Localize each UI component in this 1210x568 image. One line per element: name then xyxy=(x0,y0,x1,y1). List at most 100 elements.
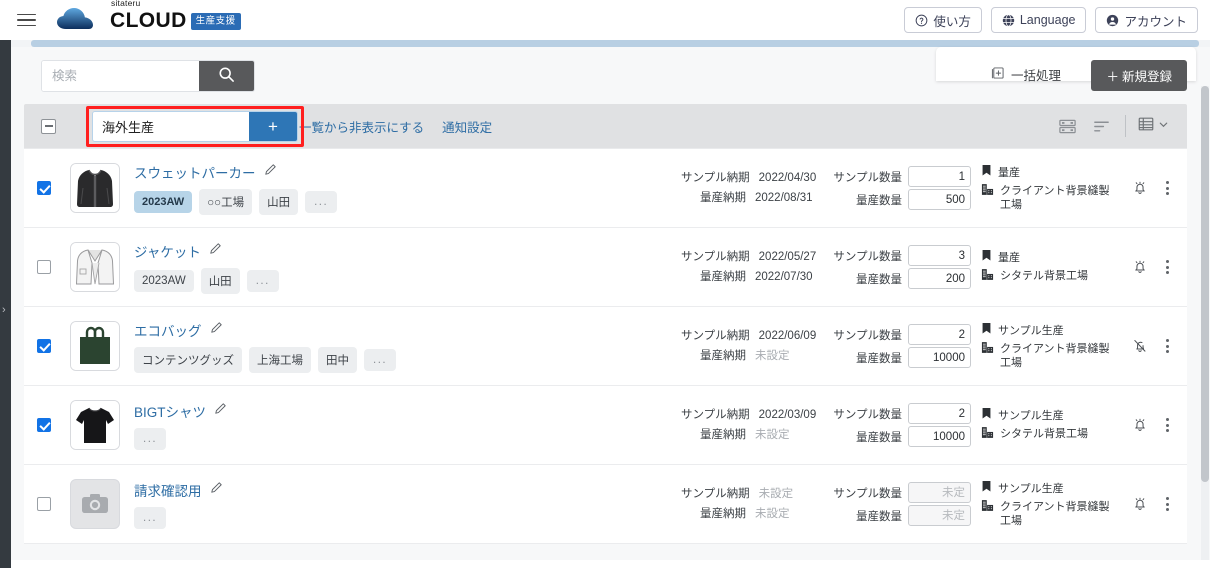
row-checkbox[interactable] xyxy=(37,260,51,274)
row-menu-button[interactable] xyxy=(1160,178,1175,198)
row-menu-button[interactable] xyxy=(1160,494,1175,514)
tag-chip[interactable]: 田中 xyxy=(318,346,357,373)
bottom-strip xyxy=(0,560,1210,568)
bell-icon[interactable] xyxy=(1130,494,1150,514)
tag-chip[interactable]: コンテンツグッズ xyxy=(134,346,242,373)
more-tags-button[interactable]: ... xyxy=(246,269,279,292)
plus-icon: ＋ xyxy=(1106,70,1119,84)
sample-due-value: 2022/05/27 xyxy=(758,251,817,263)
factory-icon xyxy=(981,426,994,443)
pencil-icon[interactable] xyxy=(264,163,277,181)
product-thumbnail[interactable] xyxy=(70,479,120,529)
mass-qty-label: 量産数量 xyxy=(856,352,902,365)
stage-label: 量産 xyxy=(998,166,1020,179)
mass-qty-input[interactable] xyxy=(908,268,971,289)
bulk-process-button[interactable]: 一括処理 xyxy=(985,64,1067,85)
horizontal-scrollbar[interactable] xyxy=(11,40,1210,47)
bell-icon[interactable] xyxy=(1130,415,1150,435)
tag-chip[interactable]: ○○工場 xyxy=(199,188,253,215)
chevron-right-icon[interactable]: › xyxy=(2,305,6,316)
sample-qty-input[interactable] xyxy=(908,245,971,266)
mass-qty-input[interactable] xyxy=(908,505,971,526)
product-thumbnail[interactable] xyxy=(70,400,120,450)
row-menu-button[interactable] xyxy=(1160,415,1175,435)
factory-line: シタテル背景工場 xyxy=(981,426,1111,443)
sample-qty-input[interactable] xyxy=(908,482,971,503)
tag-chip[interactable]: 山田 xyxy=(259,188,299,215)
sample-qty-input[interactable] xyxy=(908,403,971,424)
pencil-icon[interactable] xyxy=(210,321,223,339)
mass-qty-input[interactable] xyxy=(908,189,971,210)
more-tags-button[interactable]: ... xyxy=(364,348,397,371)
notification-settings-link[interactable]: 通知設定 xyxy=(442,117,492,136)
product-thumbnail[interactable] xyxy=(70,242,120,292)
row-meta-cell: サンプル生産 クライアント背景縫製工場 xyxy=(971,320,1111,373)
stage-label: サンプル生産 xyxy=(998,482,1064,495)
pencil-icon[interactable] xyxy=(214,402,227,420)
tag-chip[interactable]: 2023AW xyxy=(134,190,193,213)
row-checkbox[interactable] xyxy=(37,418,51,432)
table-view-icon xyxy=(1137,115,1155,138)
mass-due-label: 量産納期 xyxy=(700,350,746,362)
search-input[interactable] xyxy=(42,61,199,91)
row-checkbox[interactable] xyxy=(37,339,51,353)
product-name-link[interactable]: BIGTシャツ xyxy=(134,401,206,421)
left-sidebar-rail[interactable]: › xyxy=(0,40,11,568)
product-thumbnail[interactable] xyxy=(70,163,120,213)
tag-add-button[interactable]: + xyxy=(249,112,297,141)
minus-box-icon[interactable] xyxy=(41,118,56,134)
pencil-icon[interactable] xyxy=(209,242,222,260)
product-name-link[interactable]: ジャケット xyxy=(134,241,201,261)
mass-qty-input[interactable] xyxy=(908,347,971,368)
brand-text: sitateru CLOUD 生産支援 xyxy=(110,0,241,31)
help-button[interactable]: 使い方 xyxy=(904,7,982,33)
product-name-link[interactable]: エコバッグ xyxy=(134,320,202,340)
sample-qty-input[interactable] xyxy=(908,324,971,345)
product-name-link[interactable]: 請求確認用 xyxy=(134,480,202,500)
card-view-icon[interactable] xyxy=(1050,111,1084,141)
mass-qty-input[interactable] xyxy=(908,426,971,447)
row-menu-button[interactable] xyxy=(1160,336,1175,356)
brand-subtitle: sitateru xyxy=(111,0,141,8)
tag-input[interactable] xyxy=(93,112,249,141)
hamburger-icon[interactable] xyxy=(12,6,40,34)
sort-icon[interactable] xyxy=(1084,111,1118,141)
sample-qty-input[interactable] xyxy=(908,166,971,187)
table-row: スウェットパーカー 2023AW ○○工場 山田... サンプル納期 2022/04/… xyxy=(24,149,1187,228)
search-button[interactable] xyxy=(199,61,254,91)
more-tags-button[interactable]: ... xyxy=(134,427,167,450)
brand-logo[interactable]: sitateru CLOUD 生産支援 xyxy=(57,0,241,32)
tag-chip[interactable]: 上海工場 xyxy=(249,346,311,373)
new-registration-button[interactable]: ＋ 新規登録 xyxy=(1091,60,1187,91)
mass-due-label: 量産納期 xyxy=(700,508,746,520)
sample-due-label: サンプル納期 xyxy=(681,251,750,263)
row-checkbox[interactable] xyxy=(37,497,51,511)
bell-icon[interactable] xyxy=(1130,178,1150,198)
table-view-button[interactable] xyxy=(1133,115,1173,138)
row-meta-cell: 量産 クライアント背景縫製工場 xyxy=(971,162,1111,215)
pencil-icon[interactable] xyxy=(210,481,223,499)
sample-qty-label: サンプル数量 xyxy=(833,408,902,421)
tag-chip[interactable]: 山田 xyxy=(200,267,240,294)
mass-qty-label: 量産数量 xyxy=(856,194,902,207)
mass-due-value: 2022/08/31 xyxy=(755,192,813,204)
table-row: 請求確認用 ... サンプル納期未設定 量産納期未設定 サンプル数量 量産数量 … xyxy=(24,465,1187,544)
product-name-link[interactable]: スウェットパーカー xyxy=(134,162,256,182)
product-thumbnail[interactable] xyxy=(70,321,120,371)
vertical-scrollbar[interactable] xyxy=(1201,86,1209,568)
bell-icon[interactable] xyxy=(1130,257,1150,277)
globe-icon xyxy=(1002,13,1015,27)
factory-label: クライアント背景縫製工場 xyxy=(1000,184,1110,211)
language-button[interactable]: Language xyxy=(990,7,1087,33)
row-quantity-cell: サンプル数量 量産数量 xyxy=(821,164,971,212)
more-tags-button[interactable]: ... xyxy=(305,190,338,213)
bell-off-icon[interactable] xyxy=(1130,336,1150,356)
tag-chip[interactable]: 2023AW xyxy=(134,269,194,292)
horizontal-scroll-thumb[interactable] xyxy=(31,40,1199,47)
row-menu-button[interactable] xyxy=(1160,257,1175,277)
row-checkbox[interactable] xyxy=(37,181,51,195)
more-tags-button[interactable]: ... xyxy=(134,506,167,529)
hide-from-list-link[interactable]: 一覧から非表示にする xyxy=(299,117,424,136)
vertical-scroll-thumb[interactable] xyxy=(1201,86,1209,482)
account-button[interactable]: アカウント xyxy=(1095,7,1198,33)
